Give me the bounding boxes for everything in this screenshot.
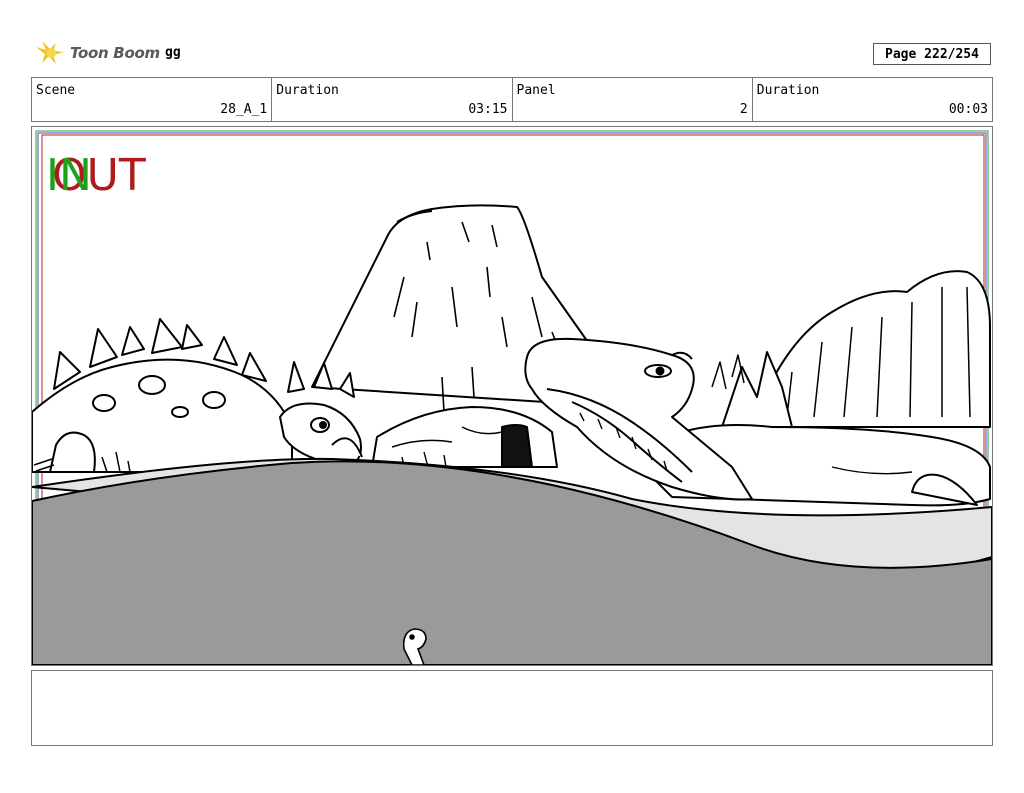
panel-cell: Panel 2 <box>513 78 753 121</box>
panel-duration-cell: Duration 00:03 <box>753 78 992 121</box>
in-marker: IN <box>46 150 92 201</box>
storyboard-drawing: OUT IN <box>32 130 992 665</box>
stegosaurus-drawing <box>32 318 293 473</box>
panel-value: 2 <box>739 102 748 117</box>
page-indicator: Page 222/254 <box>873 43 991 65</box>
scene-cell: Scene 28_A_1 <box>32 78 273 121</box>
center-creature-drawing <box>371 406 558 468</box>
panel-duration-label: Duration <box>756 83 820 98</box>
scene-info-table: Scene 28_A_1 Duration 03:15 Panel 2 Dura… <box>31 77 993 122</box>
toon-boom-logo: Toon Boom <box>34 38 160 68</box>
scene-duration-cell: Duration 03:15 <box>272 78 513 121</box>
dinosaur-head-drawing <box>524 337 753 501</box>
logo-text: Toon Boom <box>70 44 160 62</box>
scene-value: 28_A_1 <box>220 102 268 117</box>
storyboard-panel: OUT IN <box>31 126 993 666</box>
panel-duration-value: 00:03 <box>948 102 988 117</box>
scene-duration-value: 03:15 <box>468 102 508 117</box>
scene-label: Scene <box>36 83 76 98</box>
toon-boom-star-icon <box>36 41 64 64</box>
panel-notes-box[interactable] <box>31 670 993 746</box>
project-name: gg <box>165 45 181 60</box>
scene-duration-label: Duration <box>276 83 339 98</box>
panel-label: Panel <box>516 83 556 98</box>
